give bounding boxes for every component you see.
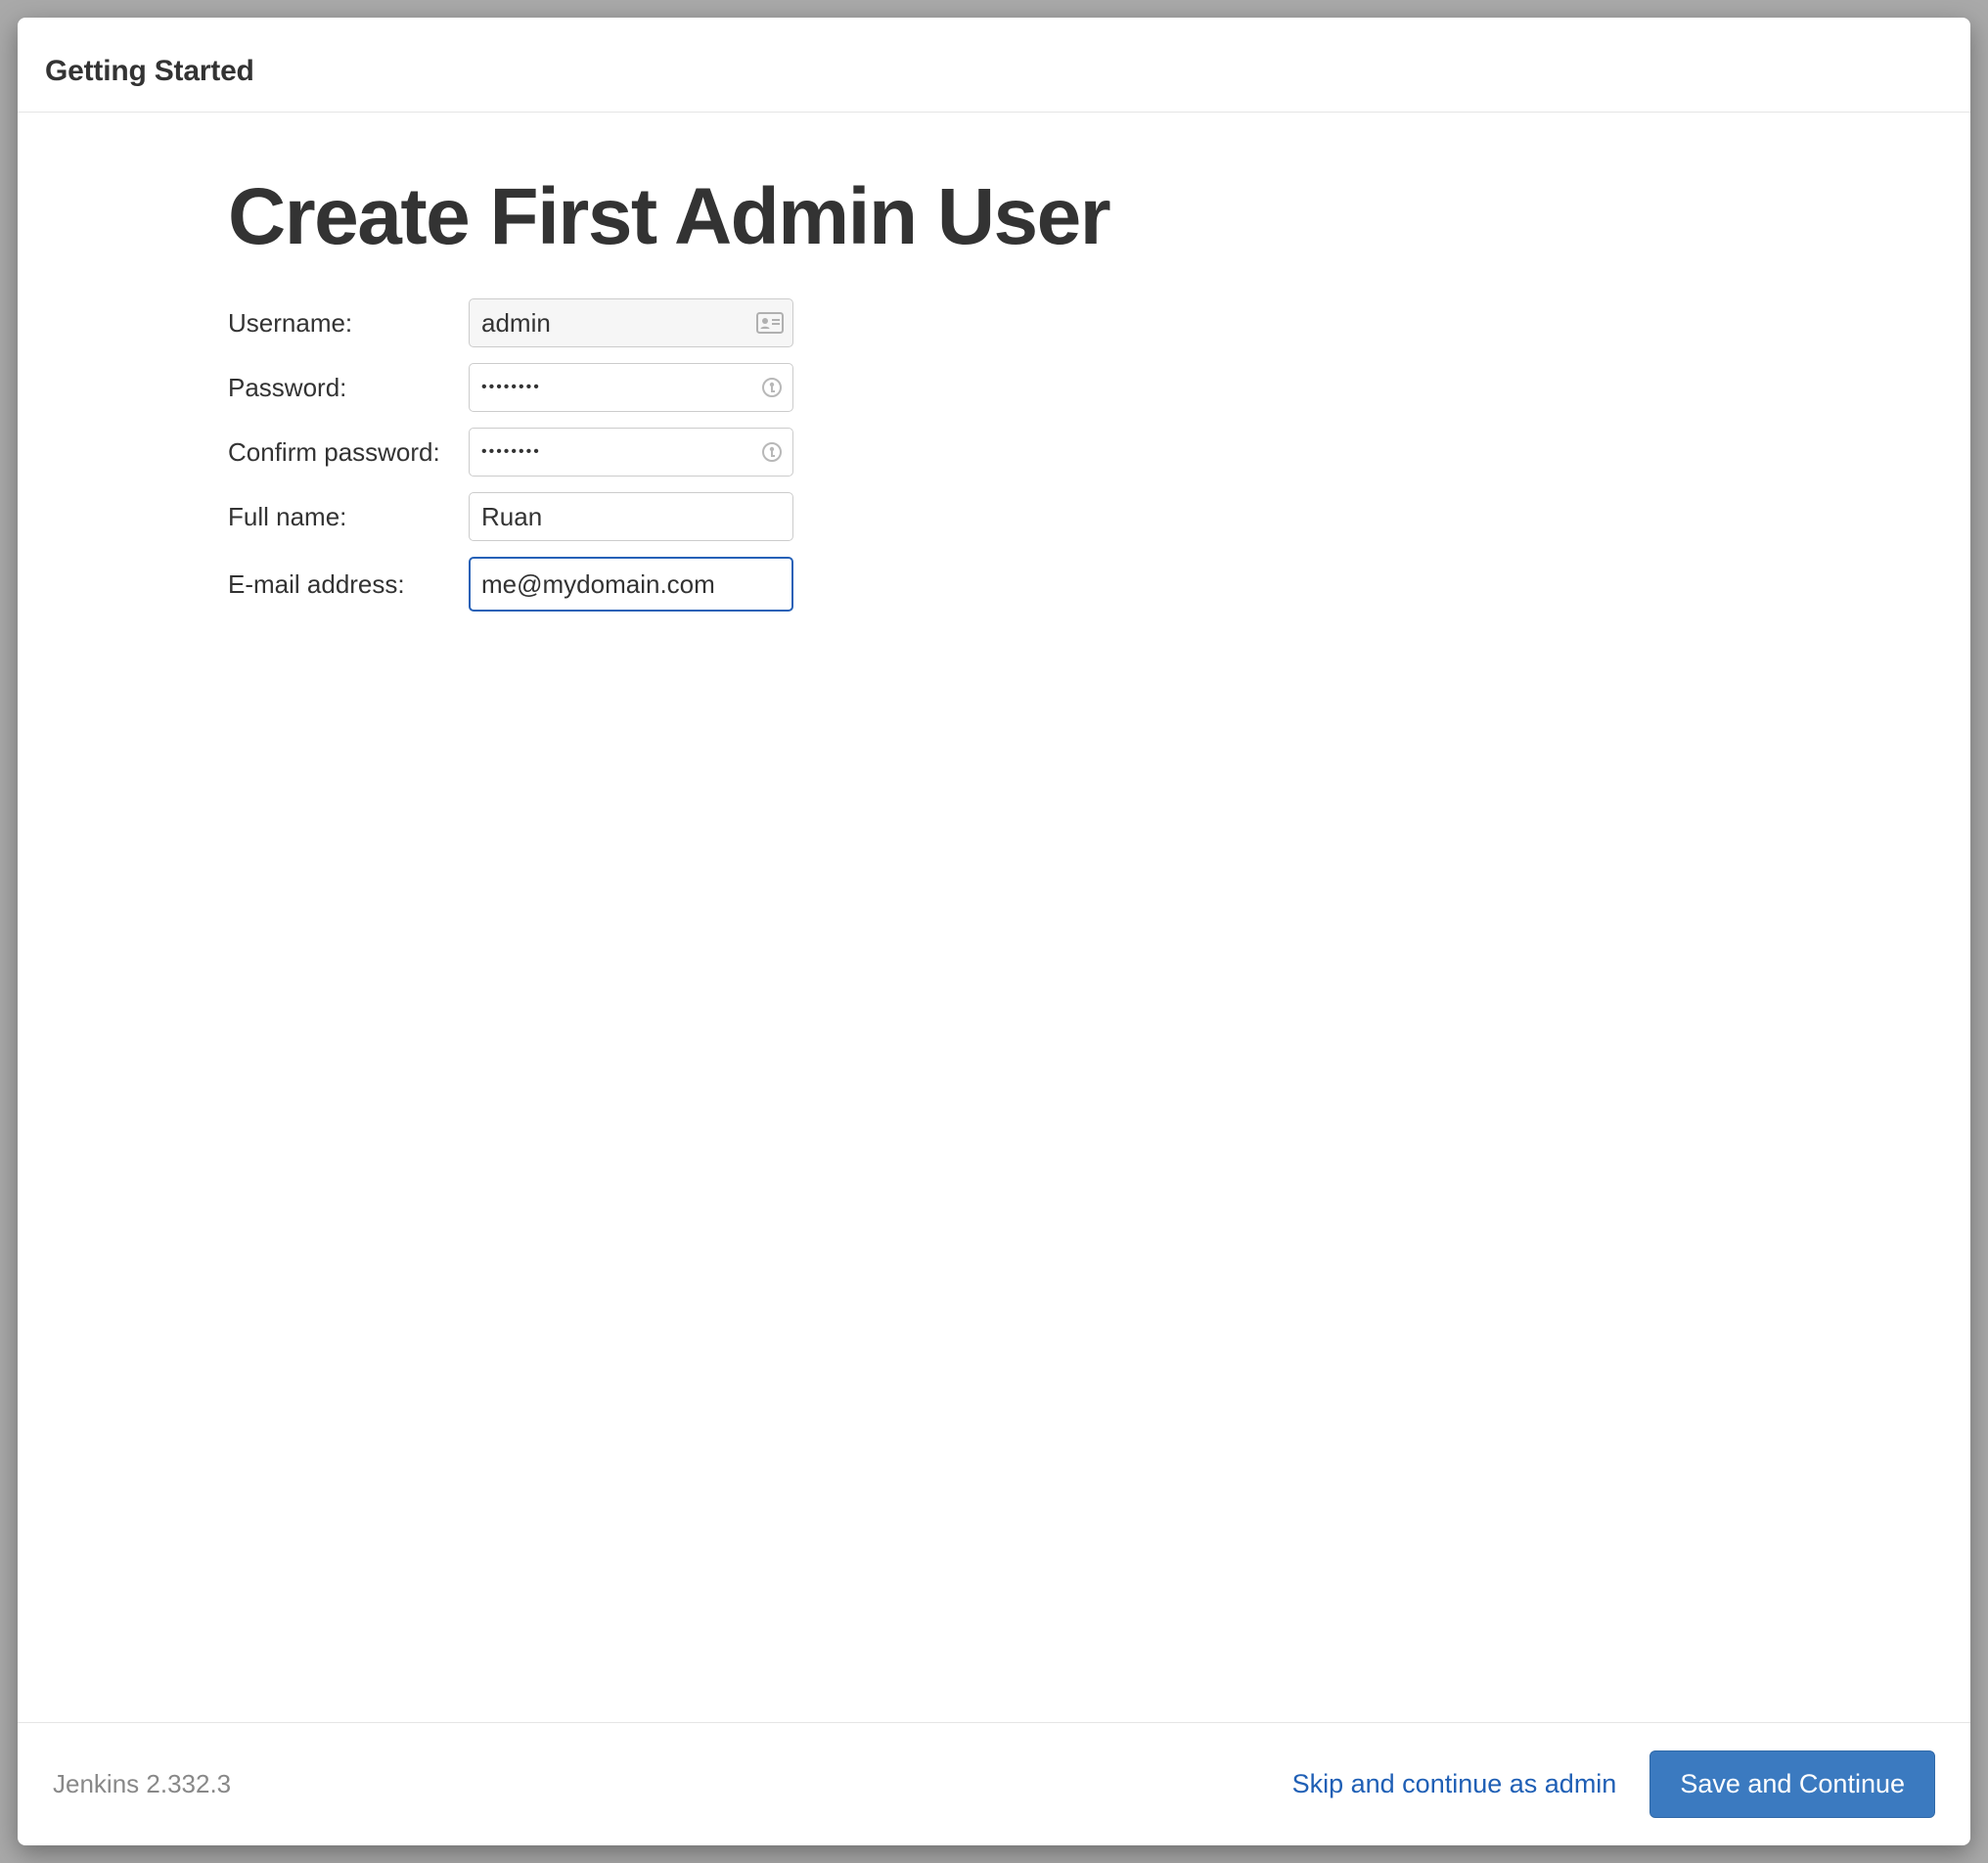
form-row-username: Username:: [228, 298, 1775, 347]
save-and-continue-button[interactable]: Save and Continue: [1649, 1750, 1935, 1818]
key-icon: [760, 440, 784, 464]
username-label: Username:: [228, 308, 469, 339]
form-row-email: E-mail address:: [228, 557, 1775, 612]
confirm-password-input-wrap: [469, 428, 793, 477]
skip-button[interactable]: Skip and continue as admin: [1292, 1769, 1617, 1799]
full-name-input-wrap: [469, 492, 793, 541]
key-icon: [760, 376, 784, 399]
form-row-confirm-password: Confirm password:: [228, 428, 1775, 477]
confirm-password-input[interactable]: [469, 428, 793, 477]
form-row-password: Password:: [228, 363, 1775, 412]
password-input-wrap: [469, 363, 793, 412]
full-name-input[interactable]: [469, 492, 793, 541]
contact-card-icon: [756, 312, 784, 334]
confirm-password-label: Confirm password:: [228, 437, 469, 468]
email-input-wrap: [469, 557, 793, 612]
full-name-label: Full name:: [228, 502, 469, 532]
version-text: Jenkins 2.332.3: [53, 1769, 231, 1799]
username-input-wrap: [469, 298, 793, 347]
modal-title: Getting Started: [45, 55, 1943, 88]
email-input[interactable]: [469, 557, 793, 612]
page-title: Create First Admin User: [228, 171, 1775, 263]
modal-footer: Jenkins 2.332.3 Skip and continue as adm…: [18, 1722, 1970, 1845]
password-label: Password:: [228, 373, 469, 403]
form-row-full-name: Full name:: [228, 492, 1775, 541]
password-input[interactable]: [469, 363, 793, 412]
modal-header: Getting Started: [18, 18, 1970, 113]
email-label: E-mail address:: [228, 569, 469, 600]
username-input[interactable]: [469, 298, 793, 347]
setup-wizard-modal: Getting Started Create First Admin User …: [18, 18, 1970, 1845]
modal-body: Create First Admin User Username: Passwo…: [18, 113, 1970, 1722]
footer-actions: Skip and continue as admin Save and Cont…: [1292, 1750, 1935, 1818]
